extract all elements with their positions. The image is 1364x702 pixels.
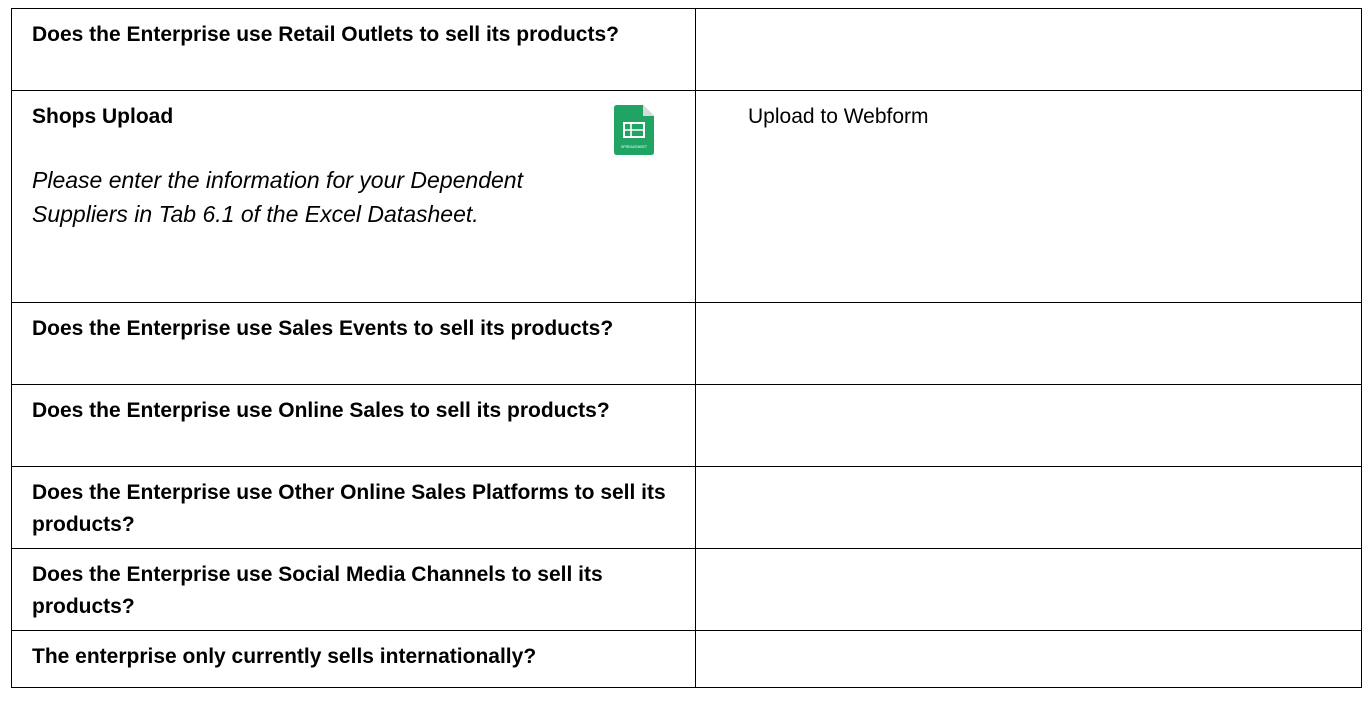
answer-international[interactable]: [696, 631, 1361, 641]
answer-cell[interactable]: [695, 384, 1362, 467]
shops-upload-note: Please enter the information for your De…: [32, 167, 523, 227]
answer-cell[interactable]: [695, 302, 1362, 385]
question-cell: Does the Enterprise use Social Media Cha…: [11, 548, 696, 631]
question-cell: Does the Enterprise use Sales Events to …: [11, 302, 696, 385]
spreadsheet-icon[interactable]: SPREADSHEET: [614, 105, 654, 155]
question-online-sales: Does the Enterprise use Online Sales to …: [32, 399, 610, 422]
question-retail-outlets: Does the Enterprise use Retail Outlets t…: [32, 23, 619, 46]
answer-other-platforms[interactable]: [696, 467, 1361, 477]
table-row: Shops Upload Please enter the informatio…: [11, 90, 1362, 303]
answer-cell[interactable]: Upload to Webform: [695, 90, 1362, 303]
answer-online-sales[interactable]: [696, 385, 1361, 395]
shops-upload-cell: Shops Upload Please enter the informatio…: [11, 90, 696, 303]
spreadsheet-icon-label: SPREADSHEET: [621, 145, 648, 149]
table-row: Does the Enterprise use Online Sales to …: [11, 384, 1362, 467]
table-row: Does the Enterprise use Other Online Sal…: [11, 466, 1362, 549]
answer-social-media[interactable]: [696, 549, 1361, 559]
upload-to-webform-link[interactable]: Upload to Webform: [696, 91, 1361, 133]
answer-cell[interactable]: [695, 630, 1362, 688]
question-sales-events: Does the Enterprise use Sales Events to …: [32, 317, 614, 340]
answer-retail-outlets[interactable]: [696, 9, 1361, 19]
answer-cell[interactable]: [695, 548, 1362, 631]
shops-upload-title: Shops Upload: [32, 105, 174, 128]
table-row: Does the Enterprise use Retail Outlets t…: [11, 8, 1362, 91]
question-social-media: Does the Enterprise use Social Media Cha…: [32, 563, 603, 618]
answer-cell[interactable]: [695, 466, 1362, 549]
question-cell: Does the Enterprise use Other Online Sal…: [11, 466, 696, 549]
answer-sales-events[interactable]: [696, 303, 1361, 313]
table-row: Does the Enterprise use Social Media Cha…: [11, 548, 1362, 631]
table-row: The enterprise only currently sells inte…: [11, 630, 1362, 688]
question-international: The enterprise only currently sells inte…: [32, 645, 537, 668]
question-other-platforms: Does the Enterprise use Other Online Sal…: [32, 481, 666, 536]
answer-cell[interactable]: [695, 8, 1362, 91]
question-cell: The enterprise only currently sells inte…: [11, 630, 696, 688]
question-cell: Does the Enterprise use Retail Outlets t…: [11, 8, 696, 91]
question-cell: Does the Enterprise use Online Sales to …: [11, 384, 696, 467]
table-row: Does the Enterprise use Sales Events to …: [11, 302, 1362, 385]
questionnaire-table: Does the Enterprise use Retail Outlets t…: [11, 8, 1362, 688]
